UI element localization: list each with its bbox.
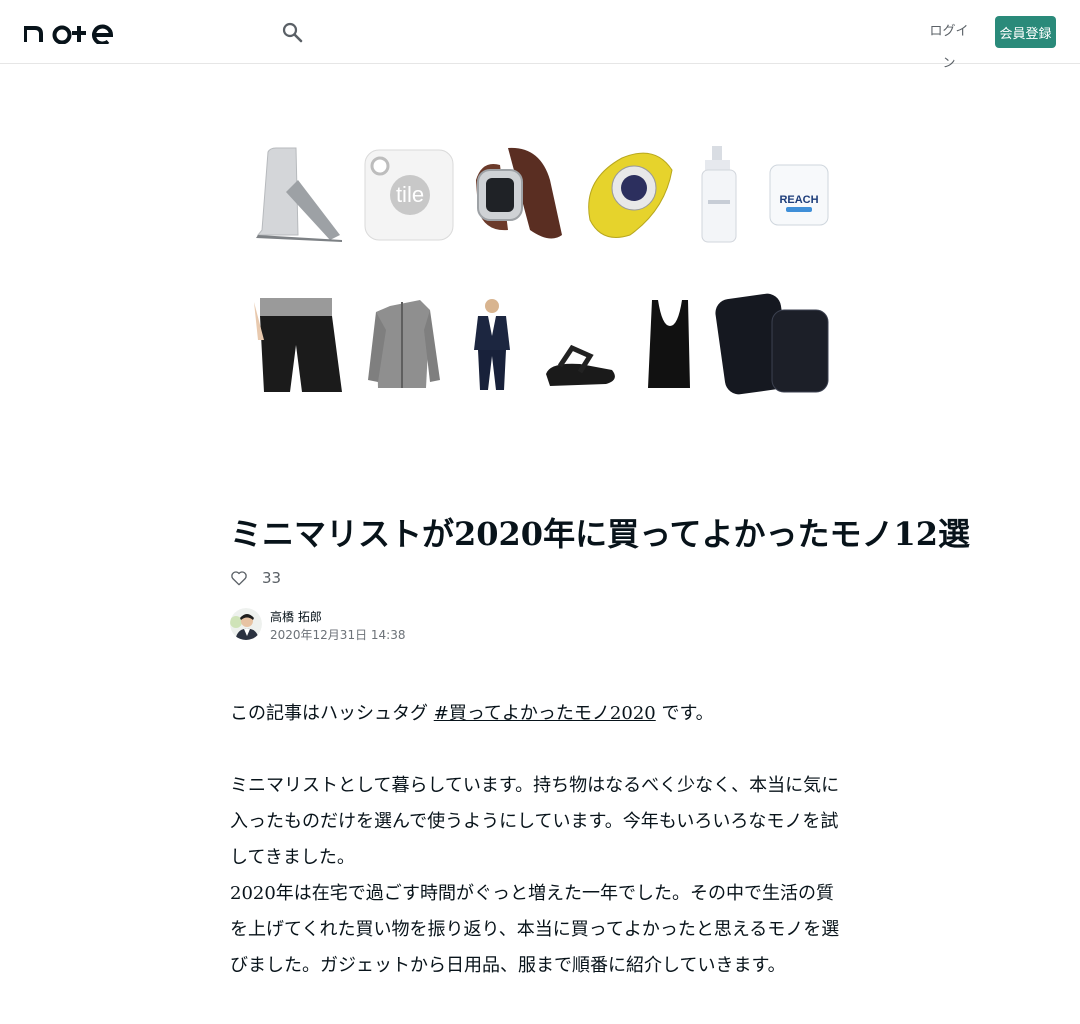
hero-image-collage: tile REACH: [254, 146, 829, 395]
body-paragraph: ミニマリストとして暮らしています。持ち物はなるべく少なく、本当に気に入ったものだ…: [230, 775, 840, 868]
intro-paragraph: この記事はハッシュタグ #買ってよかったモノ2020 です。: [230, 696, 850, 732]
svg-text:tile: tile: [396, 182, 424, 207]
navy-suit-image: [474, 299, 510, 390]
intro-text: この記事はハッシュタグ: [230, 703, 434, 724]
black-laptop-case-image: [715, 293, 829, 395]
lotion-bottle-image: [701, 146, 737, 243]
body-paragraph: 2020年は在宅で過ごす時間がぐっと増えた一年でした。その中で生活の質を上げてく…: [230, 883, 840, 976]
article-title: ミニマリストが2020年に買ってよかったモノ12選: [230, 515, 970, 553]
top-navigation-bar: note ログイン 会員登録: [0, 0, 1080, 71]
reach-floss-image: REACH: [769, 164, 829, 226]
heart-icon[interactable]: [229, 568, 249, 588]
apple-watch-image: [476, 147, 562, 239]
black-shorts-image: [254, 298, 342, 392]
gray-fleece-image: [368, 300, 440, 388]
note-logo[interactable]: note: [24, 20, 124, 44]
label-maker-image: [588, 152, 673, 238]
signup-button[interactable]: 会員登録: [995, 16, 1056, 48]
tile-tracker-image: tile: [364, 149, 454, 241]
search-icon[interactable]: [280, 20, 304, 44]
intro-suffix: です。: [655, 703, 714, 724]
author-avatar[interactable]: [230, 608, 262, 640]
login-link[interactable]: ログイン: [924, 16, 974, 71]
author-name[interactable]: 高橋 拓郎: [270, 609, 322, 625]
post-date: 2020年12月31日 14:38: [270, 628, 406, 642]
like-count: 33: [262, 569, 282, 587]
laptop-stand-image: [256, 147, 342, 242]
svg-text:REACH: REACH: [779, 194, 818, 206]
black-sandals-image: [546, 344, 615, 386]
black-tank-top-image: [648, 300, 690, 388]
hashtag-link[interactable]: #買ってよかったモノ2020: [434, 703, 656, 724]
